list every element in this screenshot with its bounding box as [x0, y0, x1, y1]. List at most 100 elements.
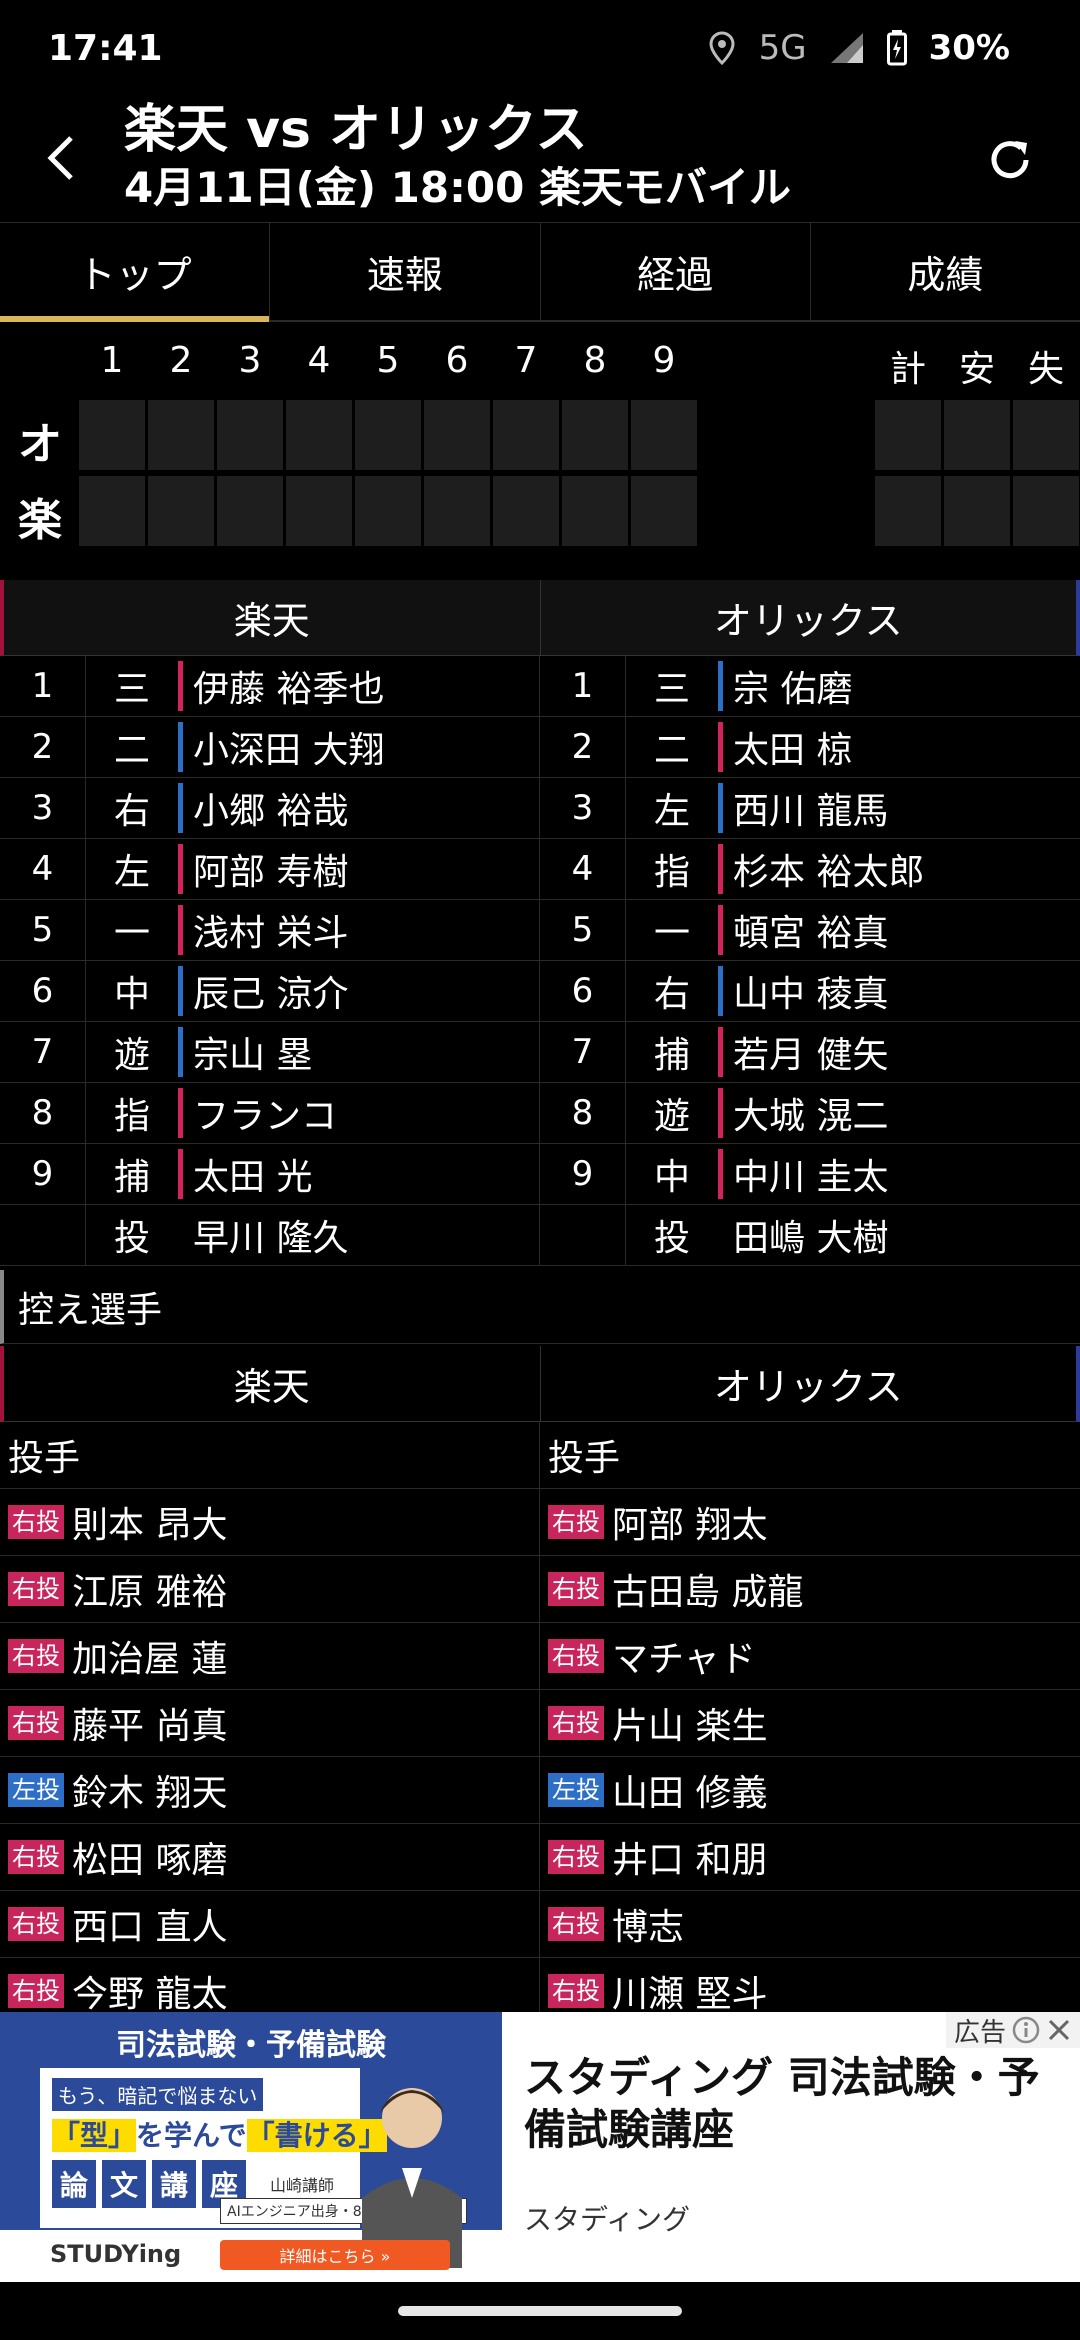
lineup-row: 1 三伊藤 裕季也 1 三宗 佑磨 — [0, 656, 1080, 717]
score-cell — [355, 476, 421, 546]
player-name[interactable]: 博志 — [612, 1898, 684, 1950]
field-position: 二 — [113, 730, 150, 771]
team-row-label: オ — [18, 419, 62, 470]
score-cell — [79, 400, 145, 470]
tab-top[interactable]: トップ — [0, 223, 271, 322]
inning-header: 8 — [583, 340, 607, 381]
info-icon[interactable] — [1012, 2016, 1040, 2044]
player-name[interactable]: 早川 隆久 — [193, 1209, 348, 1261]
player-name[interactable]: 松田 啄磨 — [72, 1831, 227, 1883]
player-name[interactable]: 川瀬 堅斗 — [612, 1965, 767, 2017]
batting-order: 4 — [540, 839, 626, 899]
ad-image-cta[interactable]: 詳細はこちら » — [220, 2240, 450, 2270]
close-icon[interactable] — [1046, 2017, 1072, 2043]
player-name[interactable]: 山田 修義 — [612, 1764, 767, 1816]
status-time: 17:41 — [48, 28, 163, 69]
scoreboard: 1 2 3 4 5 6 7 8 9 計 安 失 オ 楽 — [0, 330, 1080, 560]
ad-image-sub: もう、暗記で悩まない — [52, 2078, 264, 2111]
status-bar: 17:41 5G 30% — [0, 0, 1080, 100]
player-name[interactable]: 頓宮 裕真 — [733, 904, 888, 956]
score-cell — [562, 400, 628, 470]
score-cell — [631, 400, 697, 470]
player-name[interactable]: 鈴木 翔天 — [72, 1764, 227, 1816]
throwing-hand-badge: 右投 — [548, 1907, 604, 1941]
game-subtitle: 4月11日(金) 18:00 楽天モバイル — [124, 163, 791, 212]
home-indicator[interactable] — [398, 2306, 682, 2316]
batting-order: 7 — [0, 1022, 86, 1082]
player-name[interactable]: 阿部 寿樹 — [193, 843, 348, 895]
battery-icon — [886, 30, 907, 66]
batting-hand-marker — [718, 1210, 723, 1260]
throwing-hand-badge: 右投 — [8, 1706, 64, 1740]
score-cell — [493, 400, 559, 470]
player-name[interactable]: 小郷 裕哉 — [193, 782, 348, 834]
field-position: 三 — [653, 669, 690, 710]
throwing-hand-badge: 右投 — [8, 1639, 64, 1673]
player-name[interactable]: 井口 和朋 — [612, 1831, 767, 1883]
player-name[interactable]: 西口 直人 — [72, 1898, 227, 1950]
player-name[interactable]: 辰己 涼介 — [193, 965, 348, 1017]
reload-button[interactable] — [980, 130, 1040, 190]
player-name[interactable]: 浅村 栄斗 — [193, 904, 348, 956]
batting-order: 3 — [0, 778, 86, 838]
player-name[interactable]: 小深田 大翔 — [193, 721, 384, 773]
bench-row: 右投 松田 啄磨 右投 井口 和朋 — [0, 1824, 1080, 1891]
inning-header: 6 — [445, 340, 469, 381]
bench-row: 左投 鈴木 翔天 左投 山田 修義 — [0, 1757, 1080, 1824]
player-name[interactable]: 若月 健矢 — [733, 1026, 888, 1078]
score-cell — [424, 476, 490, 546]
player-name[interactable]: 宗山 塁 — [193, 1026, 312, 1078]
lineup-row: 9 捕太田 光 9 中中川 圭太 — [0, 1144, 1080, 1205]
app-header: 楽天 vs オリックス 4月11日(金) 18:00 楽天モバイル — [0, 100, 1080, 222]
ad-headline[interactable]: スタディング 司法試験・予備試験講座 — [524, 2052, 1054, 2156]
batting-hand-marker — [718, 905, 723, 955]
tab-progress[interactable]: 経過 — [541, 223, 811, 320]
player-name[interactable]: 田嶋 大樹 — [733, 1209, 888, 1261]
player-name[interactable]: 今野 龍太 — [72, 1965, 227, 2017]
player-name[interactable]: 中川 圭太 — [733, 1148, 888, 1200]
batting-order: 7 — [540, 1022, 626, 1082]
player-name[interactable]: 西川 龍馬 — [733, 782, 888, 834]
player-name[interactable]: 加治屋 蓮 — [72, 1630, 227, 1682]
player-name[interactable]: 江原 雅裕 — [72, 1563, 227, 1615]
tab-live[interactable]: 速報 — [270, 223, 541, 320]
tab-stats[interactable]: 成績 — [811, 223, 1080, 320]
batting-order: 8 — [540, 1083, 626, 1143]
player-name[interactable]: 古田島 成龍 — [612, 1563, 803, 1615]
player-name[interactable]: 阿部 翔太 — [612, 1496, 767, 1548]
ad-banner[interactable]: 司法試験・予備試験 もう、暗記で悩まない 「型」を学んで「書ける」 論文講座 山… — [0, 2012, 1080, 2282]
player-name[interactable]: マチャド — [612, 1630, 756, 1682]
throwing-hand-badge: 右投 — [548, 1974, 604, 2008]
player-name[interactable]: 片山 楽生 — [612, 1697, 767, 1749]
lineup-row: 6 中辰己 涼介 6 右山中 稜真 — [0, 961, 1080, 1022]
player-name[interactable]: 杉本 裕太郎 — [733, 843, 924, 895]
inning-header: 9 — [652, 340, 676, 381]
player-name[interactable]: 伊藤 裕季也 — [193, 660, 384, 712]
bench-list: 投手 投手 右投 則本 昂大 右投 阿部 翔太 右投 江原 雅裕 右投 古田島 成龍 右投 加治屋… — [0, 1422, 1080, 2025]
batting-order: 5 — [540, 900, 626, 960]
ad-choices[interactable]: 広告 — [945, 2012, 1080, 2048]
player-name[interactable]: 太田 椋 — [733, 721, 852, 773]
lineup-row: 3 右小郷 裕哉 3 左西川 龍馬 — [0, 778, 1080, 839]
batting-hand-marker — [718, 1149, 723, 1199]
player-name[interactable]: 宗 佑磨 — [733, 660, 852, 712]
player-name[interactable]: フランコ — [193, 1087, 337, 1139]
lineup-row: 8 指フランコ 8 遊大城 滉二 — [0, 1083, 1080, 1144]
bench-row: 右投 加治屋 蓮右投 マチャド — [0, 1623, 1080, 1690]
ad-image-course: 論文講座 — [52, 2160, 247, 2208]
team-row-label: 楽 — [18, 495, 62, 546]
player-name[interactable]: 則本 昂大 — [72, 1496, 227, 1548]
back-button[interactable] — [30, 128, 90, 188]
player-name[interactable]: 大城 滉二 — [733, 1087, 888, 1139]
lineup-header: 楽天 オリックス — [0, 580, 1080, 656]
ad-image[interactable]: 司法試験・予備試験 もう、暗記で悩まない 「型」を学んで「書ける」 論文講座 山… — [0, 2012, 502, 2282]
lineup-row: 2 二小深田 大翔 2 二太田 椋 — [0, 717, 1080, 778]
home-team-name: 楽天 — [0, 580, 541, 656]
player-name[interactable]: 山中 稜真 — [733, 965, 888, 1017]
bench-row: 右投 藤平 尚真 右投 片山 楽生 — [0, 1690, 1080, 1757]
player-name[interactable]: 藤平 尚真 — [72, 1697, 227, 1749]
batting-hand-marker — [178, 1210, 183, 1260]
player-name[interactable]: 太田 光 — [193, 1148, 312, 1200]
battery-percent: 30% — [928, 28, 1010, 68]
batting-order: 4 — [0, 839, 86, 899]
